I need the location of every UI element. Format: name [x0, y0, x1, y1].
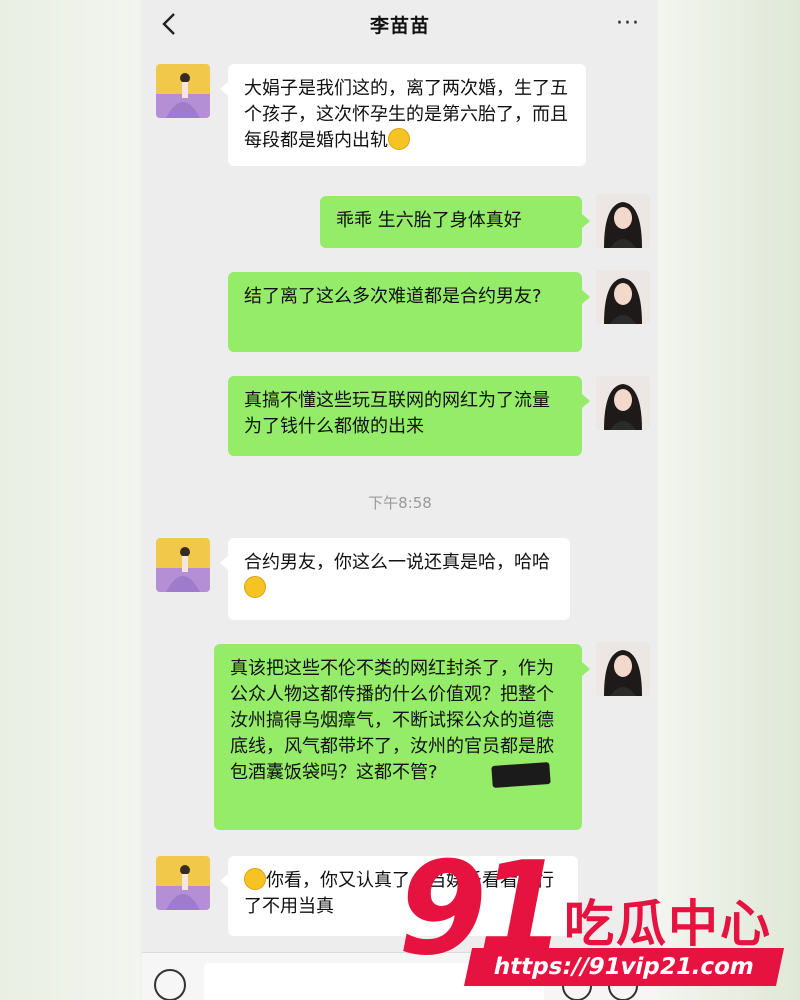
my-avatar[interactable] [596, 642, 650, 696]
my-avatar[interactable] [596, 194, 650, 248]
smirk-emoji-icon [244, 868, 266, 890]
back-icon[interactable] [158, 10, 182, 38]
message-timestamp: 下午8:58 [368, 494, 432, 512]
watermark-url: https://91vip21.com [463, 948, 785, 986]
message-bubble-received[interactable]: 大娟子是我们这的，离了两次婚，生了五个孩子，这次怀孕生的是第六胎了，而且每段都是… [220, 64, 586, 166]
watermark-text: 吃瓜中心 [564, 895, 772, 953]
message-text: 合约男友，你这么一说还真是哈，哈哈 [244, 552, 550, 573]
my-avatar[interactable] [596, 376, 650, 430]
contact-avatar[interactable] [156, 856, 210, 910]
watermark-logo: 91 吃瓜中心 https://91vip21.com [398, 840, 790, 990]
grinning-emoji-icon [244, 576, 266, 598]
message-bubble-sent[interactable]: 真搞不懂这些玩互联网的网红为了流量为了钱什么都做的出来 [228, 376, 590, 456]
my-avatar[interactable] [596, 270, 650, 324]
message-text: 乖乖 生六胎了身体真好 [336, 210, 522, 231]
contact-avatar[interactable] [156, 538, 210, 592]
redaction-scribble [491, 762, 551, 788]
message-text: 结了离了这么多次难道都是合约男友? [244, 286, 542, 307]
message-bubble-sent[interactable]: 真该把这些不伦不类的网红封杀了，作为公众人物这都传播的什么价值观？把整个汝州搞得… [214, 644, 590, 830]
message-text: 真搞不懂这些玩互联网的网红为了流量为了钱什么都做的出来 [244, 390, 550, 437]
chat-header: 李苗苗 ··· [142, 0, 658, 48]
chat-title: 李苗苗 [369, 14, 430, 37]
voice-input-icon[interactable] [154, 969, 186, 1000]
crying-laughing-emoji-icon [388, 128, 410, 150]
message-bubble-received[interactable]: 合约男友，你这么一说还真是哈，哈哈 [220, 538, 570, 620]
message-bubble-sent[interactable]: 乖乖 生六胎了身体真好 [320, 196, 590, 248]
background-left [0, 0, 140, 1000]
message-bubble-sent[interactable]: 结了离了这么多次难道都是合约男友? [228, 272, 590, 352]
contact-avatar[interactable] [156, 64, 210, 118]
more-options-icon[interactable]: ··· [612, 10, 644, 38]
